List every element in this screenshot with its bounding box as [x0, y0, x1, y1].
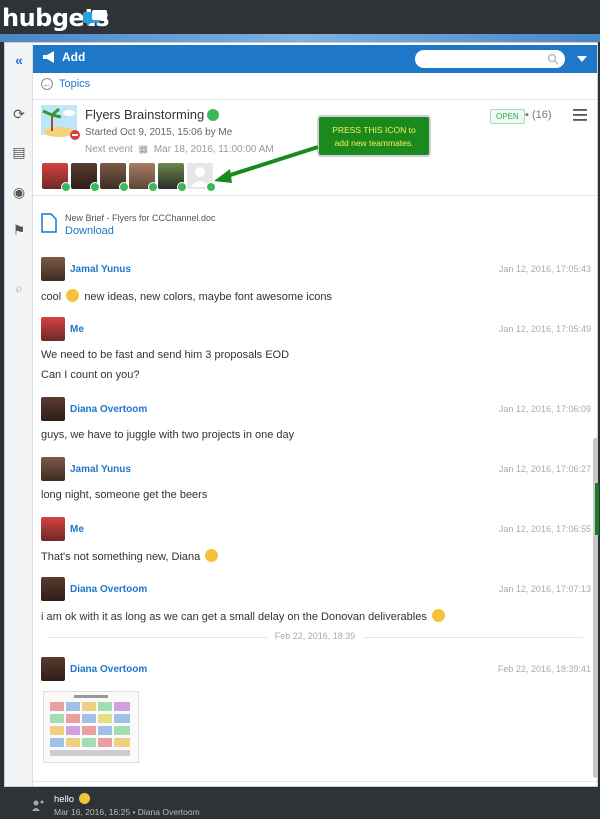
- status-badge: OPEN: [490, 109, 525, 124]
- message-author[interactable]: Me: [70, 324, 84, 335]
- callout-line1: PRESS THIS ICON to: [332, 125, 416, 135]
- avatar[interactable]: [41, 257, 65, 281]
- search-sidebar-icon[interactable]: ⌕: [10, 279, 28, 297]
- main-panel: « ⟳ ▤ ◉ ⚑ ⌕ Add ← Topics Flyers Brainsto…: [4, 42, 599, 787]
- comment-count: ▪ (16): [525, 109, 552, 121]
- topic-title: Flyers Brainstorming: [85, 107, 205, 122]
- add-label: Add: [62, 50, 86, 64]
- eye-icon: [148, 182, 158, 192]
- message-text: Can I count on you?: [41, 369, 140, 381]
- attachment-name: New Brief - Flyers for CCChannel.doc: [65, 213, 216, 223]
- eye-icon: [119, 182, 129, 192]
- search-input[interactable]: [415, 50, 565, 68]
- flag-icon[interactable]: ⚑: [10, 221, 28, 239]
- sync-icon[interactable]: ⟳: [10, 105, 28, 123]
- smile-emoji-icon: [431, 609, 445, 622]
- topic-beach-icon: [41, 105, 80, 140]
- avatar[interactable]: [100, 163, 129, 192]
- message-author[interactable]: Me: [70, 524, 84, 535]
- message-author[interactable]: Diana Overtoom: [70, 584, 147, 595]
- message-time: Jan 12, 2016, 17:06:27: [498, 464, 591, 474]
- message-text-part: new ideas, new colors, maybe font awesom…: [84, 291, 332, 303]
- message-time: Jan 12, 2016, 17:06:55: [498, 524, 591, 534]
- message-text: cool new ideas, new colors, maybe font a…: [41, 289, 332, 303]
- topics-link[interactable]: ← Topics: [41, 78, 90, 90]
- app-header: hubgets: [0, 0, 600, 34]
- help-callout: PRESS THIS ICON to add new teammates.: [317, 115, 431, 157]
- person-chat-icon: [32, 800, 44, 811]
- avatar[interactable]: [41, 317, 65, 341]
- avatar[interactable]: [158, 163, 187, 192]
- logo-bubble-icon: [83, 10, 107, 26]
- message-time: Jan 12, 2016, 17:06:09: [498, 404, 591, 414]
- divider: [33, 195, 597, 196]
- avatar[interactable]: [41, 657, 65, 681]
- search-icon[interactable]: [547, 53, 559, 65]
- image-attachment-thumbnail[interactable]: [43, 691, 139, 763]
- calendar-icon: ▦: [138, 144, 149, 155]
- notification-message: hello: [54, 794, 75, 805]
- chat-bubble-icon[interactable]: [207, 109, 219, 121]
- eye-icon: [90, 182, 100, 192]
- notification-bar[interactable]: hello Mar 16, 2016, 16:25 • Diana Overto…: [0, 788, 600, 819]
- eye-icon[interactable]: ◉: [10, 183, 28, 201]
- message-text: That's not something new, Diana: [41, 549, 220, 563]
- avatar[interactable]: [41, 397, 65, 421]
- avatar[interactable]: [41, 577, 65, 601]
- megaphone-icon: [43, 51, 54, 63]
- image-preview: [50, 695, 130, 756]
- wink-emoji-icon: [205, 549, 219, 562]
- comment-count-value: (16): [531, 109, 552, 121]
- left-sidebar: « ⟳ ▤ ◉ ⚑ ⌕: [5, 43, 33, 786]
- notification-meta: Mar 16, 2016, 16:25 • Diana Overtoom: [54, 807, 200, 817]
- message-author[interactable]: Jamal Yunus: [70, 464, 131, 475]
- avatar[interactable]: [41, 457, 65, 481]
- message-text: guys, we have to juggle with two project…: [41, 429, 295, 441]
- back-arrow-icon: ←: [41, 78, 53, 90]
- message-author[interactable]: Jamal Yunus: [70, 264, 131, 275]
- member-list: [42, 163, 216, 192]
- message-text: We need to be fast and send him 3 propos…: [41, 349, 290, 361]
- message-text-part: cool: [41, 291, 62, 303]
- collapse-icon[interactable]: «: [10, 51, 28, 69]
- callout-arrow: [214, 145, 319, 183]
- chevron-down-icon[interactable]: [577, 56, 587, 62]
- smile-emoji-icon: [66, 289, 80, 302]
- eye-icon: [177, 182, 187, 192]
- message-author[interactable]: Diana Overtoom: [70, 664, 147, 675]
- document-icon: [41, 213, 57, 233]
- message-text: i am ok with it as long as we can get a …: [41, 609, 447, 623]
- topic-started: Started Oct 9, 2015, 15:06 by Me: [85, 127, 233, 138]
- notes-icon[interactable]: ▤: [10, 143, 28, 161]
- message-time: Feb 22, 2016, 18:39:41: [497, 664, 591, 674]
- avatar[interactable]: [41, 517, 65, 541]
- message-text: long night, someone get the beers: [41, 489, 208, 501]
- action-bar: Add: [33, 45, 597, 73]
- message-text-part: That's not something new, Diana: [41, 551, 201, 563]
- next-event-label: Next event: [85, 144, 133, 155]
- callout-line2: add new teammates.: [334, 138, 414, 148]
- avatar[interactable]: [42, 163, 71, 192]
- avatar[interactable]: [71, 163, 100, 192]
- divider: [33, 781, 597, 782]
- message-time: Jan 12, 2016, 17:07:13: [498, 584, 591, 594]
- eye-icon: [61, 182, 71, 192]
- comment-icon: ▪: [525, 109, 529, 121]
- smile-emoji-icon: [78, 793, 90, 804]
- message-author[interactable]: Diana Overtoom: [70, 404, 147, 415]
- message-time: Jan 12, 2016, 17:05:43: [498, 264, 591, 274]
- hamburger-menu-icon[interactable]: [573, 109, 587, 121]
- download-link[interactable]: Download: [65, 225, 114, 237]
- avatar[interactable]: [129, 163, 158, 192]
- header-stripe: [0, 34, 600, 42]
- scroll-indicator: [595, 483, 599, 535]
- topics-label: Topics: [59, 78, 91, 90]
- divider: [33, 99, 597, 100]
- date-separator: Feb 22, 2016, 18:39: [33, 631, 597, 641]
- add-button[interactable]: Add: [43, 50, 85, 64]
- message-text-part: i am ok with it as long as we can get a …: [41, 611, 427, 623]
- notification-text: hello: [54, 793, 92, 805]
- message-time: Jan 12, 2016, 17:05:49: [498, 324, 591, 334]
